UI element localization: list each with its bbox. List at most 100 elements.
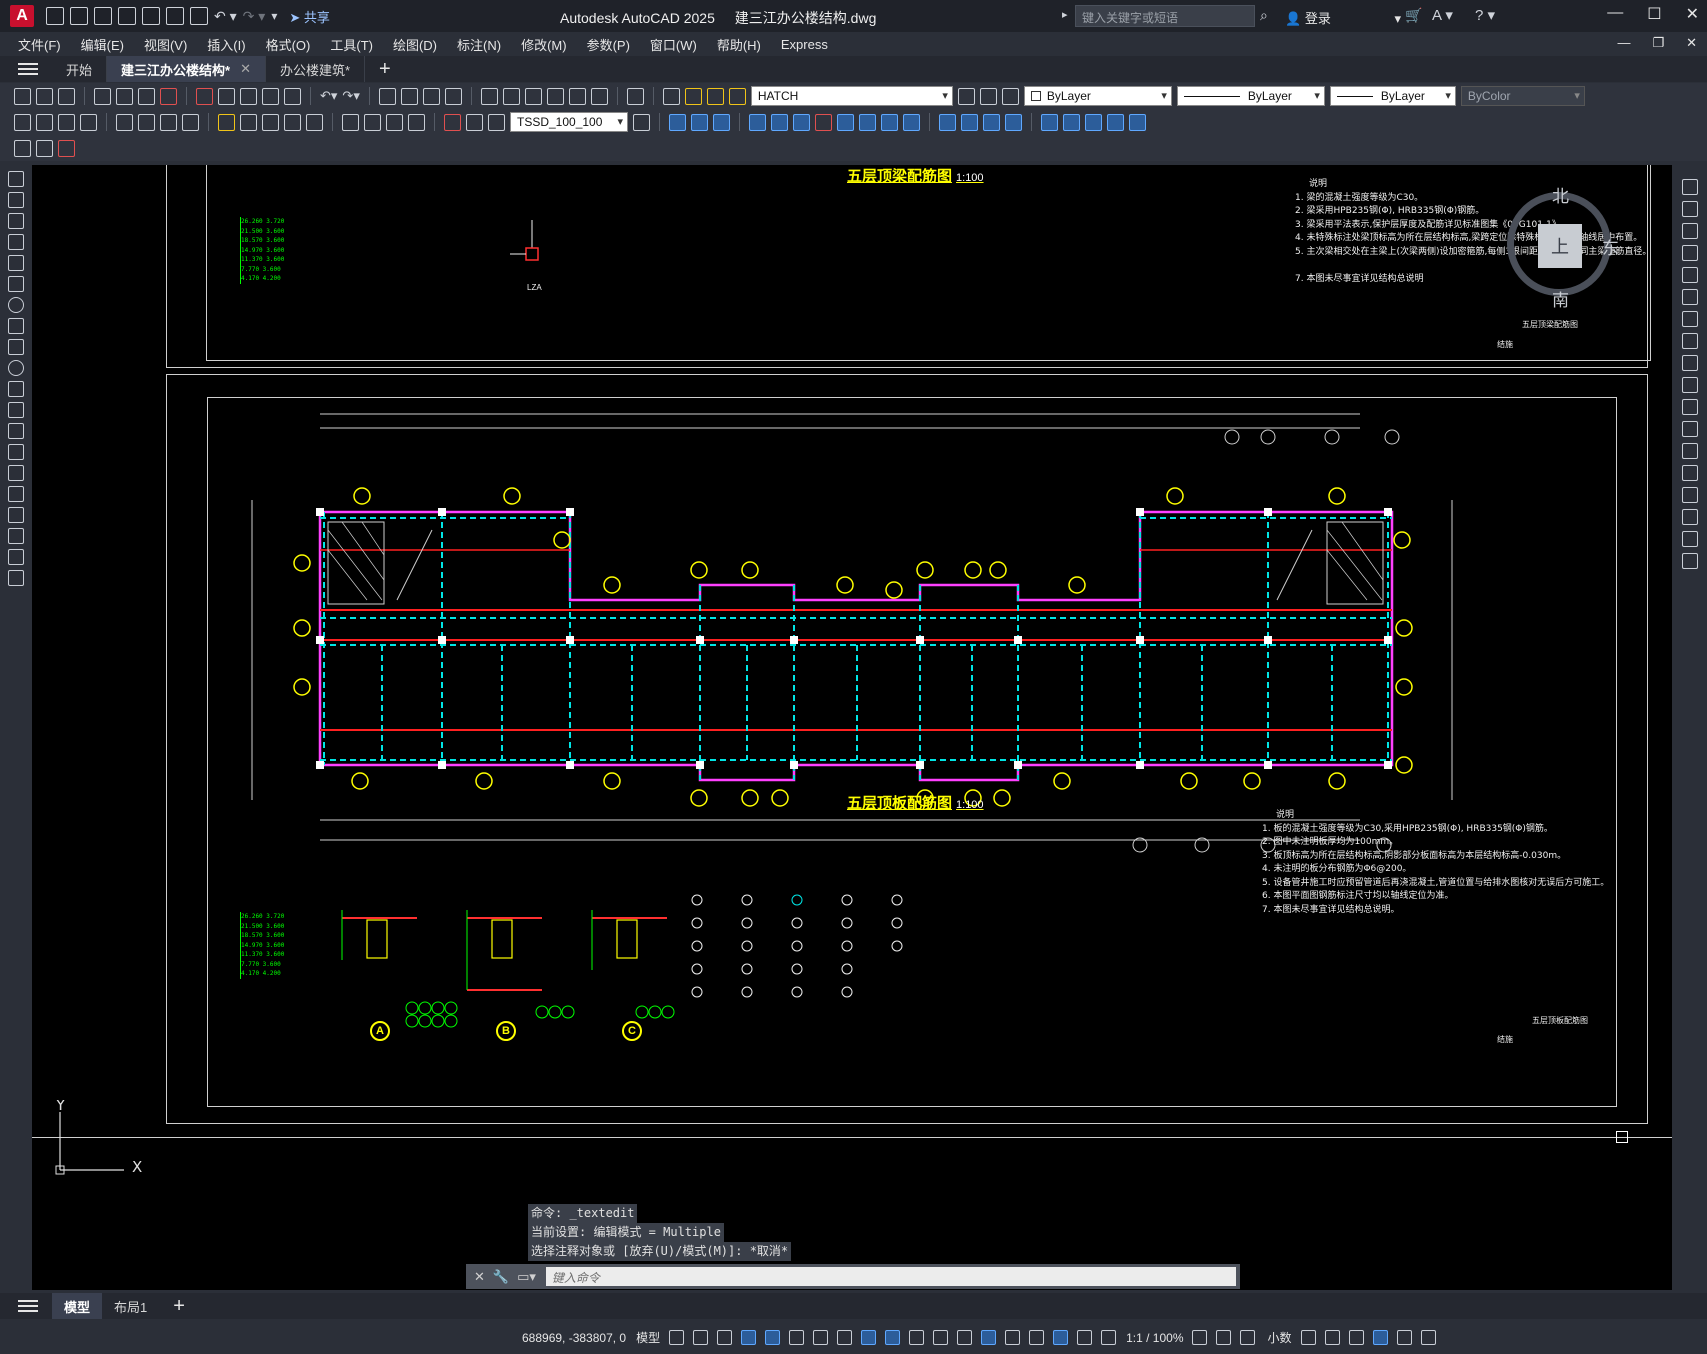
trim-icon[interactable] (1681, 377, 1698, 393)
snap-icon[interactable] (693, 1330, 709, 1345)
extend-icon[interactable] (1681, 399, 1698, 415)
view-sw-iso-icon[interactable] (815, 113, 832, 131)
lock-ui-icon[interactable] (1324, 1330, 1340, 1345)
tab-start[interactable]: 开始 (52, 56, 108, 82)
cart-icon[interactable]: 🛒 (1405, 7, 1422, 24)
new-file-icon[interactable] (46, 7, 64, 25)
3d-osnap-icon[interactable] (957, 1330, 973, 1345)
view-ne-iso-icon[interactable] (859, 113, 876, 131)
zoom-window-icon[interactable] (422, 87, 440, 105)
ordinate-dim-icon[interactable] (80, 113, 97, 131)
gizmo-icon[interactable] (1029, 1330, 1045, 1345)
make-current-layer-icon[interactable] (957, 87, 975, 105)
menu-insert[interactable]: 插入(I) (207, 35, 245, 54)
block-attribute-icon[interactable] (36, 139, 53, 157)
open-file-icon[interactable] (70, 7, 88, 25)
ellipse-arc-icon[interactable] (8, 381, 24, 397)
redo-icon[interactable]: ↷▾ (342, 88, 359, 104)
close-icon[interactable]: ✕ (1686, 4, 1699, 24)
mirror-icon[interactable] (1681, 223, 1698, 239)
view-back-icon[interactable] (771, 113, 788, 131)
dim-edit-icon[interactable] (444, 113, 461, 131)
move-icon[interactable] (1681, 289, 1698, 305)
publish-icon[interactable] (138, 87, 155, 105)
object-snap-icon[interactable] (861, 1330, 877, 1345)
new-icon[interactable] (14, 87, 31, 105)
break-icon[interactable] (1681, 443, 1698, 459)
tool-palettes-icon[interactable] (524, 87, 542, 105)
menu-dimension[interactable]: 标注(N) (457, 35, 501, 54)
ucs-3point-icon[interactable] (1085, 113, 1102, 131)
circle-icon[interactable] (8, 297, 24, 313)
model-space-toggle[interactable]: 模型 (636, 1329, 660, 1346)
baseline-dim-icon[interactable] (240, 113, 257, 131)
table-icon[interactable] (8, 528, 24, 544)
radius-dim-icon[interactable] (116, 113, 133, 131)
linear-dim-icon[interactable] (14, 113, 31, 131)
search-expand-icon[interactable]: ▸ (1062, 8, 1068, 21)
add-selected-icon[interactable] (8, 570, 24, 586)
help-icon[interactable]: ? ▾ (1475, 6, 1495, 24)
view-right-icon[interactable] (749, 113, 766, 131)
color-dropdown[interactable]: ByLayer ▾ (1023, 86, 1172, 106)
arc-icon[interactable] (8, 276, 24, 292)
dynamic-ucs-icon[interactable] (981, 1330, 997, 1345)
compass-east-label[interactable]: 东 (1602, 234, 1619, 259)
view-se-iso-icon[interactable] (837, 113, 854, 131)
grid-icon[interactable] (669, 1330, 685, 1345)
dimstyle-manager-icon[interactable] (633, 113, 650, 131)
compass-south-label[interactable]: 南 (1552, 286, 1569, 311)
undo-icon[interactable]: ↶▾ (320, 88, 337, 104)
doc-restore-icon[interactable]: ❐ (1652, 35, 1664, 51)
gradient-icon[interactable] (8, 486, 24, 502)
line-icon[interactable] (8, 171, 24, 187)
save-icon[interactable] (58, 87, 75, 105)
arc-length-icon[interactable] (58, 113, 75, 131)
offset-icon[interactable] (1681, 245, 1698, 261)
menu-modify[interactable]: 修改(M) (521, 35, 567, 54)
dimstyle-dropdown[interactable]: TSSD_100_100 ▾ (510, 112, 628, 132)
doc-close-icon[interactable]: ✕ (1686, 35, 1697, 51)
viewcube-top-face[interactable]: 上 (1538, 224, 1582, 268)
3d-print-icon[interactable] (160, 87, 177, 105)
selection-cycling-icon[interactable] (933, 1330, 949, 1345)
minimize-icon[interactable]: — (1607, 4, 1623, 24)
compass-north-label[interactable]: 北 (1552, 182, 1569, 207)
units-icon[interactable] (1240, 1330, 1256, 1345)
command-recent-icon[interactable]: ▭▾ (517, 1269, 536, 1285)
markup-icon[interactable] (568, 87, 586, 105)
save-icon[interactable] (94, 7, 112, 25)
center-mark-icon[interactable] (364, 113, 381, 131)
isodraft-icon[interactable] (813, 1330, 829, 1345)
continue-dim-icon[interactable] (262, 113, 279, 131)
linetype-dropdown[interactable]: ByLayer ▾ (1176, 86, 1325, 106)
web-open-icon[interactable] (142, 7, 160, 25)
isolate-objects-icon[interactable] (1348, 1330, 1364, 1345)
insert-block-icon[interactable] (8, 402, 24, 418)
dim-space-icon[interactable] (284, 113, 301, 131)
menu-express[interactable]: Express (781, 37, 828, 52)
login-button[interactable]: 👤 登录 ▾ (1285, 8, 1401, 27)
selection-filter-icon[interactable] (1005, 1330, 1021, 1345)
spline-icon[interactable] (8, 339, 24, 355)
rotate-icon[interactable] (1681, 311, 1698, 327)
ortho-icon[interactable] (765, 1330, 781, 1345)
revision-cloud-icon[interactable] (8, 318, 24, 334)
properties-icon[interactable] (480, 87, 498, 105)
annotation-scale-icon[interactable] (1101, 1330, 1117, 1345)
menu-parametric[interactable]: 参数(P) (587, 35, 630, 54)
layer-dropdown[interactable]: HATCH ▾ (750, 86, 953, 106)
view-bottom-icon[interactable] (793, 113, 810, 131)
share-button[interactable]: ➤ 共享 (289, 7, 330, 26)
print-preview-icon[interactable] (116, 87, 133, 105)
tab-architecture-drawing[interactable]: 办公楼建筑* (266, 56, 366, 82)
ucs-origin-icon[interactable] (1041, 113, 1058, 131)
jogged-dim-icon[interactable] (138, 113, 155, 131)
view-top-icon[interactable] (691, 113, 708, 131)
ucs-zaxis-icon[interactable] (1063, 113, 1080, 131)
autocad-logo-button[interactable]: A (10, 5, 34, 27)
undo-icon[interactable]: ↶ ▾ (214, 8, 237, 25)
dynamic-input-icon[interactable] (741, 1330, 757, 1345)
join-icon[interactable] (1681, 465, 1698, 481)
lineweight-dropdown[interactable]: ByLayer ▾ (1329, 86, 1456, 106)
